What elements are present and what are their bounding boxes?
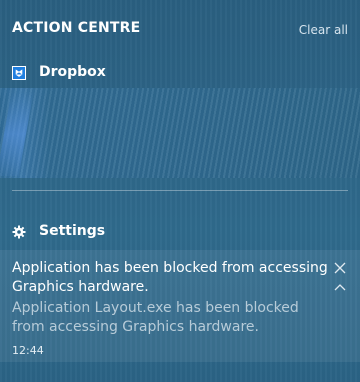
dropbox-icon [12,66,26,80]
notification-time: 12:44 [12,344,44,357]
notification-body: Application Layout.exe has been blocked … [12,300,299,335]
action-centre-title: ACTION CENTRE [12,20,141,36]
action-centre-panel: ACTION CENTRE Clear all Dropbox Settings… [0,0,360,382]
app-name-dropbox: Dropbox [39,64,106,80]
app-name-settings: Settings [39,223,106,239]
notification-title: Application has been blocked from access… [12,260,328,295]
action-centre-header: ACTION CENTRE Clear all [12,20,348,40]
gear-icon [12,225,26,239]
chevron-up-icon[interactable] [334,283,346,291]
app-header-settings[interactable]: Settings [12,223,342,243]
notification-card[interactable]: Application has been blocked from access… [0,250,360,362]
close-icon[interactable] [334,262,346,274]
dropbox-notification-card[interactable] [0,88,360,178]
clear-all-button[interactable]: Clear all [299,23,348,37]
app-header-dropbox[interactable]: Dropbox [12,64,342,84]
group-divider [12,190,348,191]
